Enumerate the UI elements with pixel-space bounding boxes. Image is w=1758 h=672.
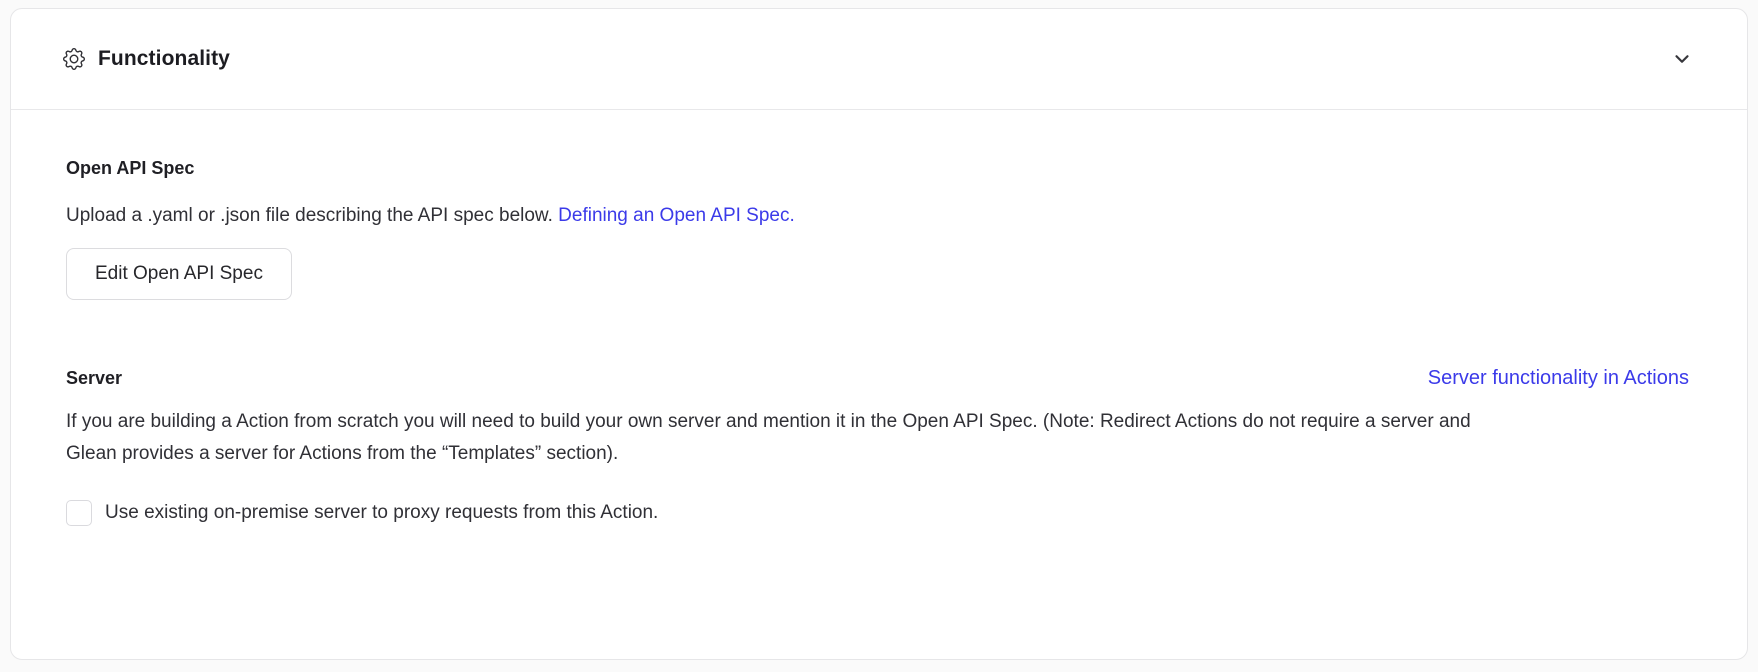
proxy-checkbox-row: Use existing on-premise server to proxy … <box>66 500 1689 526</box>
proxy-checkbox-label: Use existing on-premise server to proxy … <box>105 502 658 524</box>
server-description: If you are building a Action from scratc… <box>66 406 1516 470</box>
functionality-section-header[interactable]: Functionality <box>11 9 1747 110</box>
chevron-down-icon[interactable] <box>1671 48 1693 70</box>
gear-icon <box>63 48 85 70</box>
server-heading: Server <box>66 366 122 390</box>
open-api-spec-heading: Open API Spec <box>66 156 1689 180</box>
defining-open-api-spec-link[interactable]: Defining an Open API Spec. <box>558 205 795 226</box>
functionality-card: Functionality Open API Spec Upload a .ya… <box>10 8 1748 660</box>
open-api-spec-description: Upload a .yaml or .json file describing … <box>66 200 1689 232</box>
card-body: Open API Spec Upload a .yaml or .json fi… <box>11 110 1747 526</box>
proxy-checkbox[interactable] <box>66 500 92 526</box>
section-title: Functionality <box>98 47 230 71</box>
server-functionality-link[interactable]: Server functionality in Actions <box>1428 367 1689 390</box>
server-heading-row: Server Server functionality in Actions <box>66 366 1689 390</box>
open-api-spec-description-text: Upload a .yaml or .json file describing … <box>66 205 553 226</box>
edit-open-api-spec-button[interactable]: Edit Open API Spec <box>66 248 292 300</box>
server-section: Server Server functionality in Actions I… <box>66 366 1689 526</box>
open-api-spec-section: Open API Spec Upload a .yaml or .json fi… <box>66 156 1689 300</box>
